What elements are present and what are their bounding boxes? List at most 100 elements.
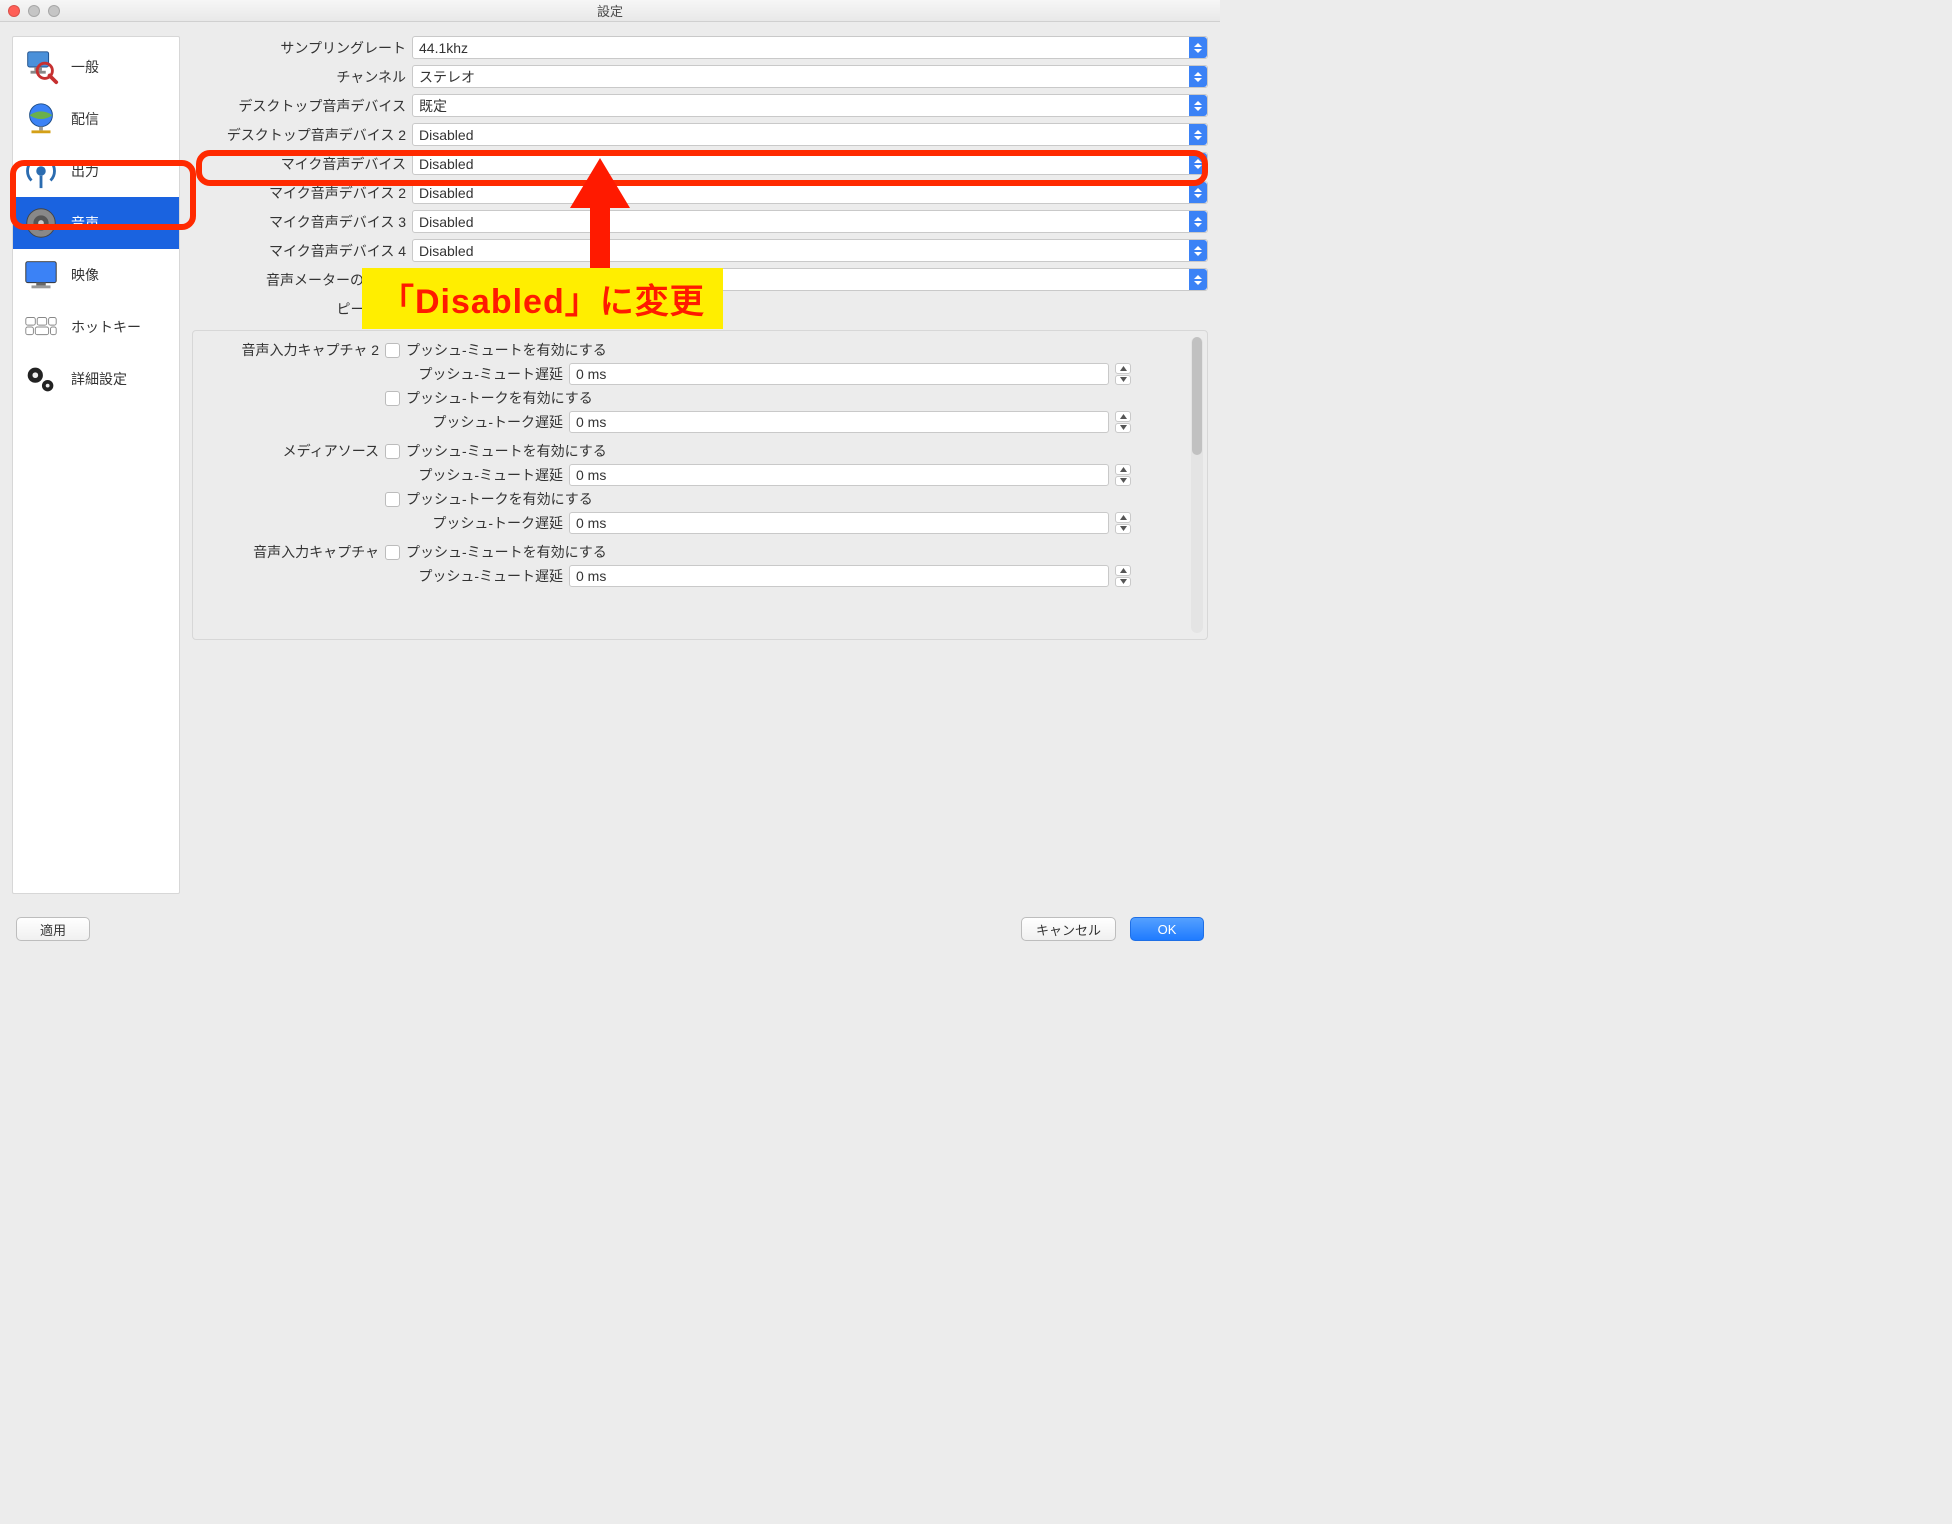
select-value: 速い <box>419 270 447 290</box>
label-mic-audio: マイク音声デバイス <box>192 154 406 174</box>
push-talk-delay-stepper[interactable] <box>1115 512 1131 534</box>
push-talk-checkbox[interactable] <box>385 492 400 507</box>
push-mute-label: プッシュ-ミュートを有効にする <box>406 441 607 461</box>
sidebar-item-label: 音声 <box>71 213 99 233</box>
push-mute-delay-label: プッシュ-ミュート遅延 <box>385 566 563 586</box>
sidebar-item-label: 詳細設定 <box>71 369 127 389</box>
apply-button[interactable]: 適用 <box>16 917 90 941</box>
sidebar-item-label: 出力 <box>71 161 99 181</box>
monitor-icon <box>21 255 61 295</box>
label-mic-audio-3: マイク音声デバイス 3 <box>192 212 406 232</box>
row-desktop-audio-2: デスクトップ音声デバイス 2 Disabled <box>192 123 1208 146</box>
cancel-button[interactable]: キャンセル <box>1021 917 1116 941</box>
push-mute-checkbox[interactable] <box>385 545 400 560</box>
push-talk-checkbox[interactable] <box>385 391 400 406</box>
row-mic-audio-4: マイク音声デバイス 4 Disabled <box>192 239 1208 262</box>
select-value: Disabled <box>419 214 473 230</box>
settings-content: サンプリングレート 44.1khz チャンネル ステレオ デスクトップ音声デバイ… <box>192 36 1208 894</box>
scrollbar-thumb[interactable] <box>1192 337 1202 455</box>
push-talk-delay-label: プッシュ-トーク遅延 <box>385 412 563 432</box>
gears-icon <box>21 359 61 399</box>
group-name: メディアソース <box>201 441 379 461</box>
field-value: 0 ms <box>576 515 606 531</box>
select-value: Disabled <box>419 185 473 201</box>
dialog-footer: 適用 キャンセル OK <box>0 906 1220 952</box>
select-sampling-rate[interactable]: 44.1khz <box>412 36 1208 59</box>
button-label: OK <box>1158 922 1177 937</box>
sidebar-item-advanced[interactable]: 詳細設定 <box>13 353 179 405</box>
chevron-updown-icon <box>1189 37 1207 58</box>
sidebar-item-label: 映像 <box>71 265 99 285</box>
label-desktop-audio: デスクトップ音声デバイス <box>192 96 406 116</box>
select-desktop-audio[interactable]: 既定 <box>412 94 1208 117</box>
push-mute-label: プッシュ-ミュートを有効にする <box>406 542 607 562</box>
sidebar-item-hotkeys[interactable]: ホットキー <box>13 301 179 353</box>
row-mic-audio-3: マイク音声デバイス 3 Disabled <box>192 210 1208 233</box>
select-value: Disabled <box>419 243 473 259</box>
sidebar-item-label: ホットキー <box>71 317 141 337</box>
speaker-icon <box>21 203 61 243</box>
select-value: Disabled <box>419 156 473 172</box>
push-mute-delay-field[interactable]: 0 ms <box>569 363 1109 385</box>
push-mute-label: プッシュ-ミュートを有効にする <box>406 340 607 360</box>
button-label: 適用 <box>40 920 66 939</box>
push-talk-delay-label: プッシュ-トーク遅延 <box>385 513 563 533</box>
select-value: 既定 <box>419 96 447 116</box>
chevron-updown-icon <box>1189 240 1207 261</box>
push-talk-label: プッシュ-トークを有効にする <box>406 489 593 509</box>
chevron-updown-icon <box>1189 182 1207 203</box>
field-value: 0 ms <box>576 366 606 382</box>
sidebar-item-audio[interactable]: 音声 <box>13 197 179 249</box>
keyboard-icon <box>21 307 61 347</box>
push-mute-delay-label: プッシュ-ミュート遅延 <box>385 465 563 485</box>
push-talk-delay-stepper[interactable] <box>1115 411 1131 433</box>
label-peak-meter: ピークメー <box>192 299 406 319</box>
label-mic-audio-2: マイク音声デバイス 2 <box>192 183 406 203</box>
row-mic-audio-2: マイク音声デバイス 2 Disabled <box>192 181 1208 204</box>
row-mic-audio: マイク音声デバイス Disabled <box>192 152 1208 175</box>
push-mute-delay-field[interactable]: 0 ms <box>569 464 1109 486</box>
row-peak-meter: ピークメー <box>192 297 1208 320</box>
row-channels: チャンネル ステレオ <box>192 65 1208 88</box>
push-talk-delay-field[interactable]: 0 ms <box>569 512 1109 534</box>
group-media-source: メディアソース プッシュ-ミュートを有効にする プッシュ-ミュート遅延 0 ms… <box>201 441 1199 534</box>
label-mic-audio-4: マイク音声デバイス 4 <box>192 241 406 261</box>
chevron-updown-icon <box>1189 124 1207 145</box>
select-channels[interactable]: ステレオ <box>412 65 1208 88</box>
group-audio-capture-2: 音声入力キャプチャ 2 プッシュ-ミュートを有効にする プッシュ-ミュート遅延 … <box>201 340 1199 433</box>
sidebar-item-video[interactable]: 映像 <box>13 249 179 301</box>
select-value: Disabled <box>419 127 473 143</box>
ok-button[interactable]: OK <box>1130 917 1204 941</box>
settings-sidebar: 一般 配信 出力 音声 映像 <box>12 36 180 894</box>
field-value: 0 ms <box>576 568 606 584</box>
push-mute-delay-field[interactable]: 0 ms <box>569 565 1109 587</box>
field-value: 0 ms <box>576 467 606 483</box>
select-mic-audio-3[interactable]: Disabled <box>412 210 1208 233</box>
globe-icon <box>21 99 61 139</box>
button-label: キャンセル <box>1036 920 1101 939</box>
sidebar-item-label: 一般 <box>71 57 99 77</box>
select-value: ステレオ <box>419 67 475 87</box>
select-mic-audio-2[interactable]: Disabled <box>412 181 1208 204</box>
push-mute-delay-stepper[interactable] <box>1115 363 1131 385</box>
push-mute-delay-stepper[interactable] <box>1115 565 1131 587</box>
sidebar-item-output[interactable]: 出力 <box>13 145 179 197</box>
label-channels: チャンネル <box>192 67 406 87</box>
push-mute-delay-stepper[interactable] <box>1115 464 1131 486</box>
select-desktop-audio-2[interactable]: Disabled <box>412 123 1208 146</box>
select-meter-decay[interactable]: 速い <box>412 268 1208 291</box>
group-name: 音声入力キャプチャ 2 <box>201 340 379 360</box>
push-talk-delay-field[interactable]: 0 ms <box>569 411 1109 433</box>
sidebar-item-stream[interactable]: 配信 <box>13 93 179 145</box>
window-titlebar: 設定 <box>0 0 1220 22</box>
push-mute-checkbox[interactable] <box>385 444 400 459</box>
field-value: 0 ms <box>576 414 606 430</box>
label-sampling-rate: サンプリングレート <box>192 38 406 58</box>
group-audio-capture: 音声入力キャプチャ プッシュ-ミュートを有効にする プッシュ-ミュート遅延 0 … <box>201 542 1199 587</box>
sidebar-item-general[interactable]: 一般 <box>13 41 179 93</box>
push-mute-delay-label: プッシュ-ミュート遅延 <box>385 364 563 384</box>
push-mute-checkbox[interactable] <box>385 343 400 358</box>
select-mic-audio[interactable]: Disabled <box>412 152 1208 175</box>
panel-scrollbar[interactable] <box>1191 337 1203 633</box>
select-mic-audio-4[interactable]: Disabled <box>412 239 1208 262</box>
